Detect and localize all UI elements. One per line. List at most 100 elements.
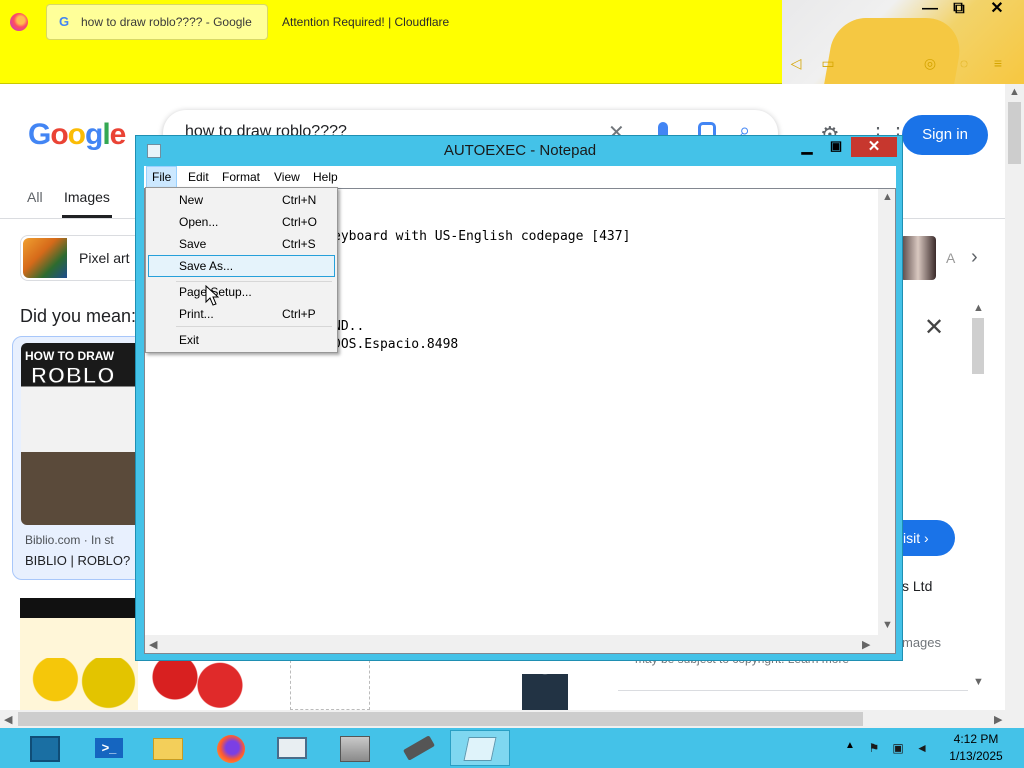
menu-view[interactable]: View xyxy=(269,166,305,188)
taskbar-file-explorer[interactable] xyxy=(141,730,195,766)
image-result-card[interactable] xyxy=(290,660,370,710)
editor-horizontal-scrollbar[interactable]: ◀ ▶ xyxy=(145,635,878,653)
menu-item-page-setup[interactable]: Page Setup... xyxy=(148,281,335,303)
menu-item-open[interactable]: Open... Ctrl+O xyxy=(148,211,335,233)
taskbar-control-panel[interactable] xyxy=(265,730,319,766)
tab-title: Attention Required! | Cloudflare xyxy=(282,15,450,29)
scroll-right-icon[interactable]: ▶ xyxy=(994,713,1002,726)
extensions-icon[interactable]: ◎ xyxy=(922,55,938,71)
minimize-button[interactable]: ▁ xyxy=(793,137,821,157)
network-icon[interactable]: ▣ xyxy=(890,740,906,756)
google-logo-letter: e xyxy=(109,118,127,151)
minimize-button[interactable]: — xyxy=(915,0,945,20)
chip-thumbnail[interactable] xyxy=(900,236,936,280)
menu-item-exit[interactable]: Exit xyxy=(148,329,335,351)
reader-icon[interactable]: ▭ xyxy=(820,55,836,71)
menu-file[interactable]: File xyxy=(146,166,178,188)
account-icon[interactable]: ◌ xyxy=(956,55,972,71)
tab-images[interactable]: Images xyxy=(64,189,110,205)
chip-label: Pixel art xyxy=(79,250,130,266)
menu-item-print[interactable]: Print... Ctrl+P xyxy=(148,303,335,325)
menu-edit[interactable]: Edit xyxy=(183,166,214,188)
volume-muted-icon[interactable]: ◄ xyxy=(914,740,930,756)
google-favicon-icon: G xyxy=(59,14,70,29)
thumbnail-text: HOW TO DRAW xyxy=(25,349,115,363)
panel-scrollbar[interactable]: ▲ ▼ xyxy=(968,300,988,692)
app-menu-icon[interactable]: ≡ xyxy=(990,55,1006,71)
window-title: AUTOEXEC - Notepad xyxy=(443,142,597,159)
close-button[interactable]: ✕ xyxy=(851,137,897,157)
panel-images-text: mages xyxy=(902,635,942,650)
restore-button[interactable]: ⧉ xyxy=(944,0,974,20)
browser-tab-google[interactable]: G how to draw roblo???? - Google xyxy=(46,4,268,40)
browser-tab-cloudflare[interactable]: Attention Required! | Cloudflare xyxy=(276,4,476,40)
image-result-card[interactable] xyxy=(20,598,138,710)
page-horizontal-scrollbar[interactable]: ◀ ▶ xyxy=(0,710,1024,728)
google-logo[interactable]: Google xyxy=(28,118,127,152)
tab-title: how to draw roblo???? - Google xyxy=(81,15,252,29)
menu-item-new[interactable]: New Ctrl+N xyxy=(148,189,335,211)
taskbar-notepad[interactable] xyxy=(450,730,510,766)
scroll-up-icon[interactable]: ▲ xyxy=(973,302,984,314)
menu-item-label: Open... xyxy=(179,215,219,229)
page-horizontal-thumb[interactable] xyxy=(18,712,863,726)
result-thumbnail xyxy=(20,658,138,710)
scroll-down-icon[interactable]: ▼ xyxy=(973,676,984,688)
menu-format[interactable]: Format xyxy=(217,166,265,188)
windows-start-icon xyxy=(30,736,60,762)
menu-item-save-as[interactable]: Save As... xyxy=(148,255,335,277)
taskbar-powershell[interactable]: >_ xyxy=(83,730,137,766)
google-logo-letter: G xyxy=(28,118,51,151)
result-source[interactable]: Biblio.com · In st xyxy=(25,533,114,547)
editor-vertical-scrollbar[interactable]: ▲ ▼ xyxy=(878,189,895,635)
mouse-cursor-icon xyxy=(205,285,219,306)
menu-item-shortcut: Ctrl+O xyxy=(282,215,318,229)
panel-scrollbar-thumb[interactable] xyxy=(972,318,984,374)
taskbar: >_ ▲ ⚑ ▣ ◄ 4:12 PM 1/13/2025 xyxy=(0,728,1024,768)
clock-time[interactable]: 4:12 PM xyxy=(944,732,1008,746)
chip-label-fragment[interactable]: A xyxy=(946,250,955,266)
back-icon[interactable]: ◁ xyxy=(788,55,804,71)
firefox-logo-icon[interactable] xyxy=(10,13,28,31)
menu-item-label: New xyxy=(179,193,204,207)
result-title[interactable]: BIBLIO | ROBLO? xyxy=(25,553,130,568)
menu-item-label: Print... xyxy=(179,307,214,321)
clock-date[interactable]: 1/13/2025 xyxy=(944,749,1008,763)
scroll-left-icon[interactable]: ◀ xyxy=(149,638,157,651)
taskbar-usb-drive[interactable] xyxy=(390,730,444,766)
scroll-down-icon[interactable]: ▼ xyxy=(882,619,893,631)
chevron-right-icon[interactable]: › xyxy=(971,246,978,269)
taskbar-server-manager[interactable] xyxy=(328,730,382,766)
control-panel-icon xyxy=(277,737,307,759)
menu-item-label: Save As... xyxy=(179,259,234,273)
firefox-icon xyxy=(217,735,245,763)
scroll-left-icon[interactable]: ◀ xyxy=(4,713,12,726)
menu-help[interactable]: Help xyxy=(308,166,343,188)
scroll-up-icon[interactable]: ▲ xyxy=(1009,86,1020,98)
sign-in-button[interactable]: Sign in xyxy=(902,115,988,155)
action-center-flag-icon[interactable]: ⚑ xyxy=(866,740,882,756)
start-button[interactable] xyxy=(22,730,76,766)
theme-artwork-shape xyxy=(824,18,966,84)
scrollbar-corner xyxy=(878,635,895,653)
scroll-up-icon[interactable]: ▲ xyxy=(882,191,893,203)
maximize-button[interactable]: ▣ xyxy=(822,137,850,157)
scroll-right-icon[interactable]: ▶ xyxy=(862,638,870,651)
taskbar-firefox[interactable] xyxy=(205,730,259,766)
close-panel-icon[interactable]: ✕ xyxy=(924,313,944,342)
result-thumbnail[interactable]: HOW TO DRAW ROBLO xyxy=(21,343,147,525)
did-you-mean-label: Did you mean: xyxy=(20,306,137,326)
menu-item-save[interactable]: Save Ctrl+S xyxy=(148,233,335,255)
close-button[interactable]: ✕ xyxy=(982,0,1012,20)
page-vertical-scrollbar[interactable]: ▲ xyxy=(1005,84,1024,710)
show-hidden-icons-icon[interactable]: ▲ xyxy=(845,740,855,751)
powershell-icon: >_ xyxy=(95,738,123,758)
image-result-card[interactable] xyxy=(145,655,245,710)
menu-bar: File Edit Format View Help xyxy=(144,166,896,188)
image-result-card[interactable]: HOW TO DRAW ROBLO Biblio.com · In st BIB… xyxy=(12,336,147,580)
menu-item-shortcut: Ctrl+N xyxy=(282,193,317,207)
tab-all[interactable]: All xyxy=(27,189,43,205)
page-scrollbar-thumb[interactable] xyxy=(1008,102,1021,164)
menu-item-shortcut: Ctrl+S xyxy=(282,237,316,251)
notepad-icon xyxy=(463,737,497,761)
